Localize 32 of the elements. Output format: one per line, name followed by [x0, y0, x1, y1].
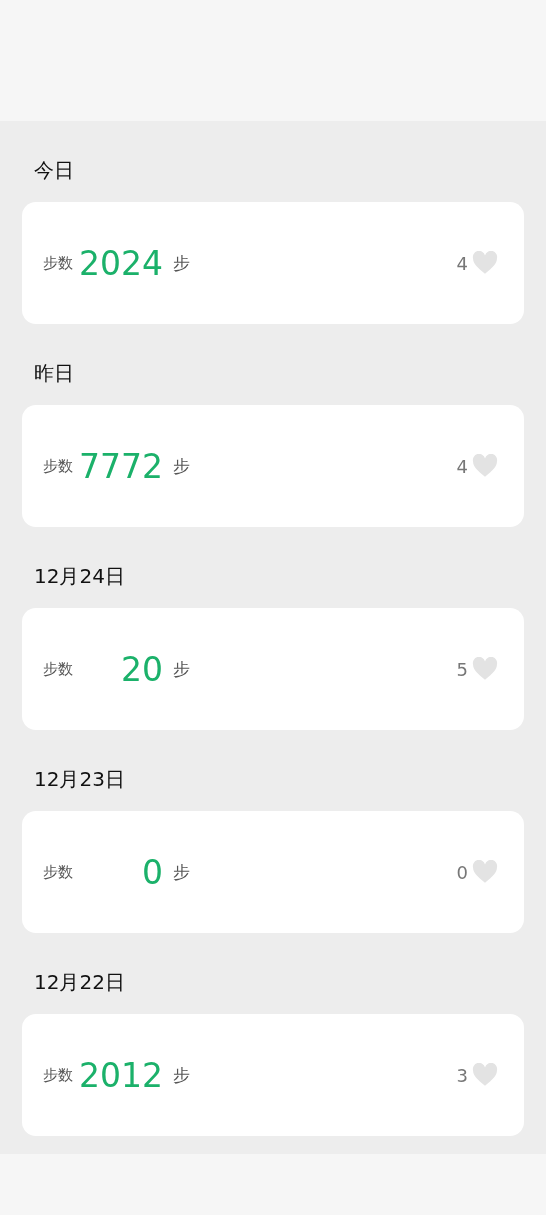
- steps-label: 步数: [43, 1065, 73, 1085]
- like-count: 0: [456, 861, 468, 883]
- steps-label: 步数: [43, 253, 73, 273]
- date-heading: 今日: [33, 157, 75, 184]
- steps-card[interactable]: 步数 20 步 5: [22, 608, 524, 730]
- heart-icon[interactable]: [472, 657, 498, 681]
- steps-card[interactable]: 步数 0 步 0: [22, 811, 524, 933]
- unit-label: 步: [173, 657, 190, 681]
- like-count: 5: [456, 658, 468, 680]
- date-heading: 12月23日: [33, 766, 126, 793]
- unit-label: 步: [173, 1063, 190, 1087]
- date-heading: 12月24日: [33, 563, 126, 590]
- date-heading: 12月22日: [33, 969, 126, 996]
- step-count: 2012: [78, 1055, 163, 1095]
- steps-label: 步数: [43, 862, 73, 882]
- like-count: 4: [456, 252, 468, 274]
- heart-icon[interactable]: [472, 454, 498, 478]
- step-count: 2024: [78, 243, 163, 283]
- step-count: 7772: [78, 446, 163, 486]
- steps-label: 步数: [43, 456, 73, 476]
- unit-label: 步: [173, 454, 190, 478]
- unit-label: 步: [173, 251, 190, 275]
- like-count: 3: [456, 1064, 468, 1086]
- heart-icon[interactable]: [472, 860, 498, 884]
- unit-label: 步: [173, 860, 190, 884]
- heart-icon[interactable]: [472, 251, 498, 275]
- step-count: 0: [141, 852, 163, 892]
- like-count: 4: [456, 455, 468, 477]
- heart-icon[interactable]: [472, 1063, 498, 1087]
- step-count: 20: [120, 649, 163, 689]
- date-heading: 昨日: [33, 360, 75, 387]
- steps-label: 步数: [43, 659, 73, 679]
